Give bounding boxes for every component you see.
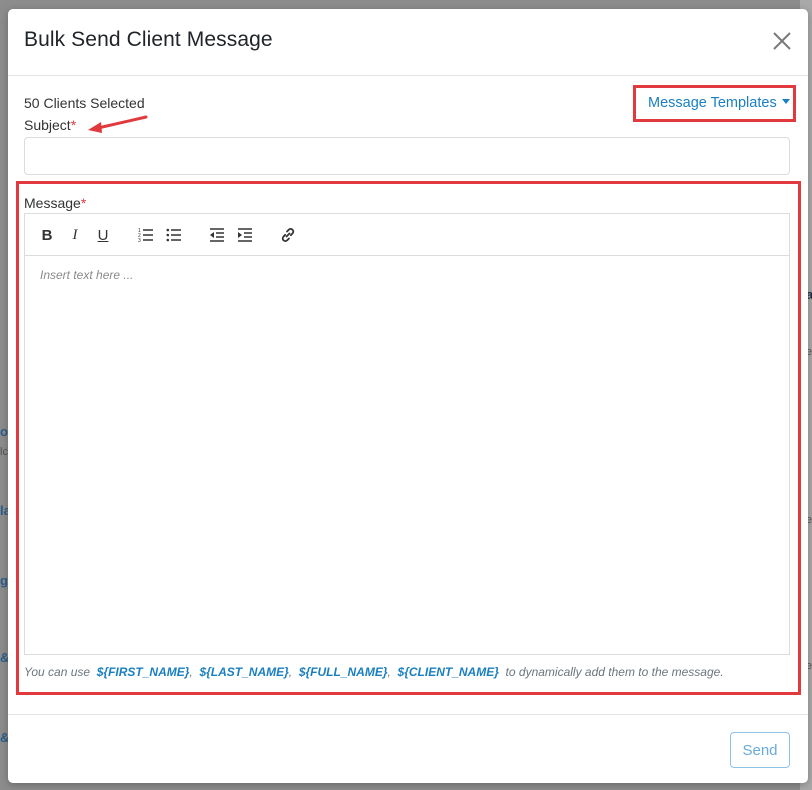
subject-label: Subject* — [24, 117, 76, 133]
clients-selected-count: 50 Clients Selected — [24, 95, 145, 111]
ordered-list-button[interactable]: 1 2 3 — [135, 224, 157, 246]
bullet-list-icon — [166, 228, 181, 242]
bullet-list-button[interactable] — [163, 224, 185, 246]
background-fragment: g — [0, 573, 8, 588]
hint-suffix: to dynamically add them to the message. — [505, 665, 724, 679]
chevron-down-icon — [781, 99, 790, 104]
message-editor: B I U 1 2 3 Insert text here ... — [24, 213, 790, 655]
modal-header: Bulk Send Client Message — [8, 9, 808, 76]
hint-prefix: You can use — [24, 665, 91, 679]
modal-title: Bulk Send Client Message — [24, 28, 273, 51]
underline-button[interactable]: U — [92, 224, 114, 246]
link-button[interactable] — [277, 224, 299, 246]
outdent-icon — [210, 228, 224, 242]
bulk-send-modal: Bulk Send Client Message 50 Clients Sele… — [8, 9, 808, 783]
subject-input[interactable] — [24, 137, 790, 175]
editor-placeholder: Insert text here ... — [40, 268, 134, 282]
subject-label-text: Subject — [24, 117, 71, 133]
variable-client-name: ${CLIENT_NAME} — [397, 665, 499, 679]
italic-button[interactable]: I — [64, 224, 86, 246]
message-label: Message* — [24, 195, 86, 211]
message-templates-dropdown[interactable]: Message Templates — [648, 95, 790, 111]
required-asterisk: * — [70, 117, 77, 133]
message-label-text: Message — [24, 195, 81, 211]
message-templates-label: Message Templates — [648, 95, 777, 111]
bold-button[interactable]: B — [36, 224, 58, 246]
variable-full-name: ${FULL_NAME} — [298, 665, 388, 679]
indent-button[interactable] — [234, 224, 256, 246]
annotation-arrow-icon — [88, 115, 148, 133]
variable-first-name: ${FIRST_NAME} — [96, 665, 190, 679]
variable-last-name: ${LAST_NAME} — [199, 665, 289, 679]
required-asterisk: * — [80, 195, 87, 211]
indent-icon — [238, 228, 252, 242]
modal-footer-divider — [8, 714, 808, 715]
variables-hint: You can use ${FIRST_NAME}, ${LAST_NAME},… — [24, 665, 724, 679]
background-fragment: lc — [0, 446, 8, 458]
ordered-list-icon: 1 2 3 — [138, 228, 153, 243]
outdent-button[interactable] — [206, 224, 228, 246]
svg-text:3: 3 — [138, 238, 141, 243]
send-button[interactable]: Send — [730, 732, 790, 768]
templates-highlight-box: Message Templates — [633, 85, 796, 122]
editor-content-area[interactable]: Insert text here ... — [25, 256, 789, 654]
link-icon — [281, 228, 295, 242]
close-button[interactable] — [770, 29, 794, 53]
close-icon — [773, 32, 791, 50]
editor-toolbar: B I U 1 2 3 — [25, 214, 789, 256]
